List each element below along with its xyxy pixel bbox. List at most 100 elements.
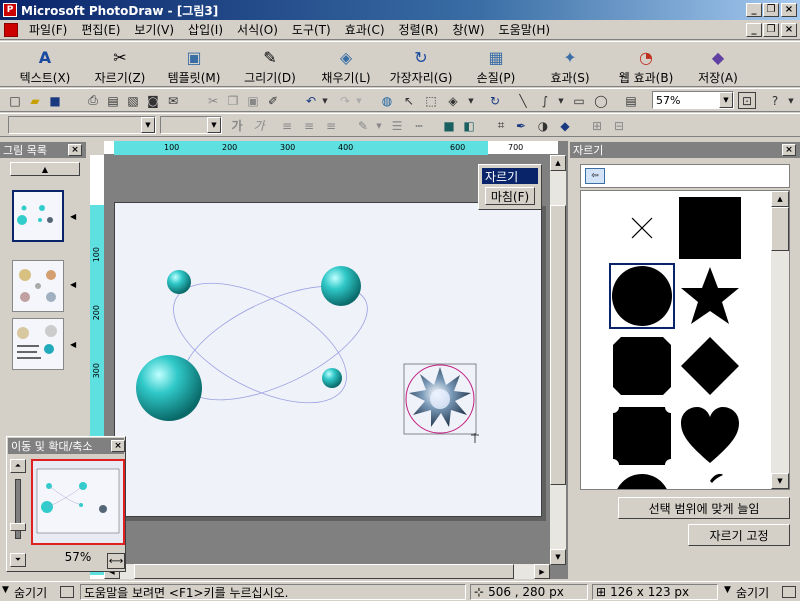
curve-dropdown-icon[interactable]: ▼ — [552, 92, 570, 109]
minimize-button[interactable]: _ — [746, 3, 762, 17]
picture-list-icon[interactable]: ▤ — [622, 92, 640, 109]
undo-dropdown-icon[interactable]: ▼ — [316, 92, 334, 109]
popup-finish-button[interactable]: 마침(F) — [485, 187, 535, 205]
save-disk-icon[interactable]: ■ — [46, 92, 64, 109]
email-icon[interactable]: ✉ — [164, 92, 182, 109]
align-left-icon[interactable]: ≡ — [278, 117, 296, 134]
shape-circle[interactable] — [609, 263, 675, 329]
font-combo[interactable]: ▼ — [8, 116, 156, 134]
thumbnail-3-arrow-icon[interactable]: ◀ — [70, 340, 76, 349]
zoom-combo[interactable]: 57% ▼ — [652, 91, 734, 109]
italic-button[interactable]: 가 — [250, 117, 268, 134]
text-button[interactable]: A 텍스트(X) — [14, 44, 76, 86]
fill-tool-icon[interactable]: ◈ — [444, 92, 462, 109]
zoom-fit-icon[interactable]: ⊡ — [738, 92, 756, 109]
panel-toggle-icon[interactable] — [60, 586, 74, 598]
select-icon[interactable]: ⬚ — [422, 92, 440, 109]
doc-minimize-button[interactable]: _ — [746, 23, 762, 37]
zoom-in-icon[interactable]: ⏶ — [10, 459, 26, 473]
help-dropdown-icon[interactable]: ▼ — [782, 92, 800, 109]
lock-crop-button[interactable]: 자르기 고정 — [688, 524, 790, 546]
crop-button[interactable]: ✂ 자르기(Z) — [88, 44, 152, 86]
menu-file[interactable]: 파일(F) — [22, 21, 74, 38]
thumbnail-2[interactable] — [12, 260, 64, 312]
vertical-scrollbar[interactable]: ▲ ▼ — [550, 155, 566, 565]
rectangle-icon[interactable]: ▭ — [570, 92, 588, 109]
thumbnail-3[interactable] — [12, 318, 64, 370]
fill-button[interactable]: ◈ 채우기(L) — [314, 44, 378, 86]
paste-icon[interactable]: ▣ — [244, 92, 262, 109]
size-dropdown-icon[interactable]: ▼ — [207, 117, 221, 133]
ellipse-icon[interactable]: ◯ — [592, 92, 610, 109]
zoom-slider-handle[interactable] — [10, 523, 26, 531]
document-icon[interactable] — [4, 22, 18, 37]
cut-icon[interactable]: ✂ — [204, 92, 222, 109]
shape-diamond[interactable] — [677, 333, 743, 399]
gallery-scroll-up-icon[interactable]: ▲ — [771, 191, 789, 207]
close-button[interactable]: × — [781, 3, 797, 17]
shape-square[interactable] — [677, 195, 743, 261]
pointer-icon[interactable]: ↖ — [400, 92, 418, 109]
hide-right-label[interactable]: 숨기기 — [736, 584, 769, 601]
draw-button[interactable]: ✎ 그리기(D) — [238, 44, 302, 86]
menu-insert[interactable]: 삽입(I) — [181, 21, 230, 38]
align-center-icon[interactable]: ≡ — [300, 117, 318, 134]
align-right-icon[interactable]: ≡ — [322, 117, 340, 134]
panel-toggle-right-icon[interactable] — [782, 586, 796, 598]
contrast-icon[interactable]: ◑ — [534, 117, 552, 134]
maximize-button[interactable]: ❐ — [763, 3, 779, 17]
hide-left-arrow-icon[interactable]: ▼ — [2, 585, 9, 595]
scan-icon[interactable]: ▧ — [124, 92, 142, 109]
effects-button[interactable]: ✦ 효과(S) — [540, 44, 600, 86]
menu-effects[interactable]: 효과(C) — [338, 21, 392, 38]
zoom-dropdown-icon[interactable]: ▼ — [719, 92, 733, 108]
thumbnail-2-arrow-icon[interactable]: ◀ — [70, 280, 76, 289]
font-size-combo[interactable]: ▼ — [160, 116, 222, 134]
line-color-dropdown-icon[interactable]: ▼ — [370, 117, 388, 134]
hide-left-label[interactable]: 숨기기 — [14, 584, 47, 601]
redo-dropdown-icon[interactable]: ▼ — [350, 92, 368, 109]
shape-partial-apple[interactable] — [677, 471, 743, 489]
rotate-icon[interactable]: ↻ — [486, 92, 504, 109]
web-effects-button[interactable]: ◔ 웹 효과(B) — [612, 44, 680, 86]
shape-octagon[interactable] — [609, 333, 675, 399]
hide-right-arrow-icon[interactable]: ▼ — [724, 585, 731, 595]
scroll-down-arrow-icon[interactable]: ▼ — [550, 549, 566, 565]
menu-arrange[interactable]: 정렬(R) — [392, 21, 446, 38]
format-painter-icon[interactable]: ✐ — [264, 92, 282, 109]
menu-format[interactable]: 서식(O) — [230, 21, 285, 38]
color-icon[interactable]: ◆ — [556, 117, 574, 134]
fit-to-selection-button[interactable]: 선택 범위에 맞게 늘임 — [618, 497, 790, 519]
popup-crop-item[interactable]: 자르기 — [482, 168, 538, 184]
gallery-scrollbar[interactable]: ▲ ▼ — [771, 191, 789, 489]
fill-dropdown-icon[interactable]: ▼ — [462, 92, 480, 109]
print-icon[interactable]: ⎙ — [84, 92, 102, 109]
print-preview-icon[interactable]: ▤ — [104, 92, 122, 109]
shape-partial-circle[interactable] — [609, 471, 675, 489]
save-button[interactable]: ◆ 저장(A) — [690, 44, 746, 86]
app-icon[interactable]: P — [3, 3, 17, 17]
shadow-icon[interactable]: ■ — [440, 117, 458, 134]
copy-icon[interactable]: ❐ — [224, 92, 242, 109]
thumbnail-1-arrow-icon[interactable]: ◀ — [70, 212, 76, 221]
gallery-back-icon[interactable]: ⇦ — [585, 168, 605, 184]
thumbnail-1[interactable] — [12, 190, 64, 242]
crop-tool-icon[interactable]: ⌗ — [492, 117, 510, 134]
open-icon[interactable]: ▰ — [26, 92, 44, 109]
picture-list-close-icon[interactable]: × — [68, 144, 82, 156]
bold-button[interactable]: 가 — [228, 117, 246, 134]
font-dropdown-icon[interactable]: ▼ — [141, 117, 155, 133]
picture-canvas[interactable] — [114, 202, 542, 517]
fit-view-icon[interactable]: ⟷ — [107, 553, 125, 569]
menu-view[interactable]: 보기(V) — [127, 21, 181, 38]
scroll-up-icon[interactable]: ▲ — [10, 162, 80, 176]
group-icon[interactable]: ⊞ — [588, 117, 606, 134]
dash-style-icon[interactable]: ┅ — [410, 117, 428, 134]
shape-heart[interactable] — [677, 403, 743, 469]
scroll-right-arrow-icon[interactable]: ▶ — [534, 564, 550, 579]
touch-up-button[interactable]: ▦ 손질(P) — [468, 44, 524, 86]
ungroup-icon[interactable]: ⊟ — [610, 117, 628, 134]
gallery-scroll-thumb[interactable] — [771, 207, 789, 251]
menu-help[interactable]: 도움말(H) — [492, 21, 558, 38]
menu-window[interactable]: 창(W) — [445, 21, 491, 38]
